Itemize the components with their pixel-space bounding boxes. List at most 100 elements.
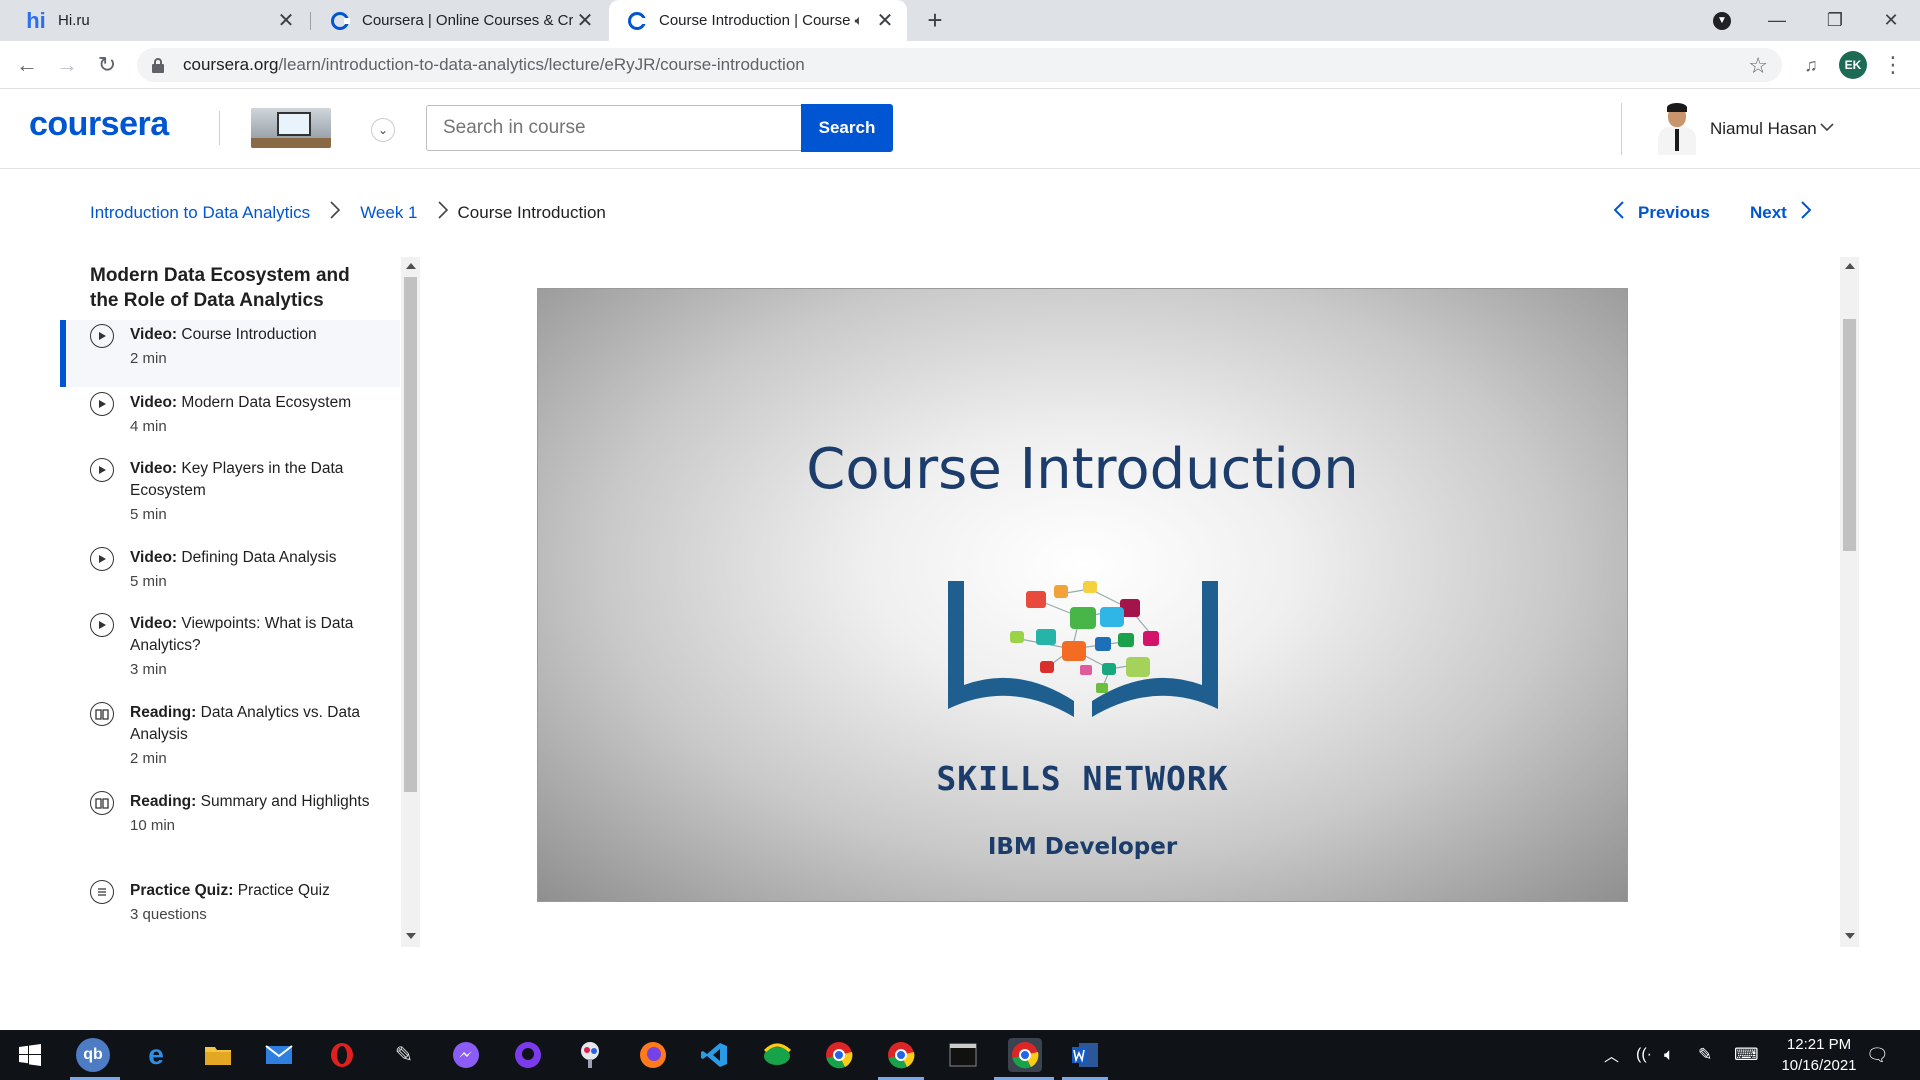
mail-icon[interactable]	[262, 1038, 296, 1072]
close-icon[interactable]: ✕	[873, 9, 897, 33]
close-window-button[interactable]: ✕	[1862, 0, 1920, 41]
messenger-icon[interactable]	[449, 1038, 483, 1072]
play-icon	[90, 547, 114, 571]
url-field[interactable]: coursera.org/learn/introduction-to-data-…	[137, 48, 1782, 82]
system-clock[interactable]: 12:21 PM 10/16/2021	[1764, 1034, 1874, 1076]
close-icon[interactable]: ✕	[274, 9, 298, 33]
new-tab-button[interactable]: +	[922, 7, 948, 34]
edge-icon[interactable]: e	[139, 1038, 173, 1072]
item-duration: 3 questions	[130, 906, 207, 923]
browser-tab-bar: hi Hi.ru ✕ Coursera | Online Courses & C…	[0, 0, 1920, 41]
chrome-ek-icon[interactable]	[1008, 1038, 1042, 1072]
word-icon[interactable]	[1068, 1038, 1102, 1072]
minimize-button[interactable]: —	[1748, 0, 1806, 41]
divider	[219, 111, 220, 145]
pen-icon[interactable]: ✎	[1698, 1030, 1712, 1080]
breadcrumb-current: Course Introduction	[457, 202, 606, 222]
sidebar-item-key-players[interactable]: Video: Key Players in the Data Ecosystem…	[60, 454, 400, 542]
video-player[interactable]: Course Introduction SKILLS NETWORK IBM D…	[537, 288, 1628, 902]
tab-title: Course Introduction | Course	[659, 12, 851, 29]
sidebar-item-viewpoints[interactable]: Video: Viewpoints: What is Data Analytic…	[60, 609, 400, 697]
keyboard-icon[interactable]: ⌨	[1734, 1030, 1759, 1080]
address-bar: ← → ↻ coursera.org/learn/introduction-to…	[0, 41, 1920, 89]
windows-taskbar: qb e ✎ ︿ ((· 🔈︎ ✎ ⌨ 12:21 PM 10/16/2021 …	[0, 1030, 1920, 1080]
breadcrumb-week[interactable]: Week 1	[360, 203, 417, 223]
sidebar-item-analytics-vs-analysis[interactable]: Reading: Data Analytics vs. Data Analysi…	[60, 698, 400, 786]
network-icon[interactable]: ((·	[1636, 1030, 1652, 1080]
firefox-icon[interactable]	[636, 1038, 670, 1072]
page-scrollbar[interactable]	[1840, 257, 1859, 947]
sidebar-scrollbar[interactable]	[401, 257, 420, 947]
item-duration: 5 min	[130, 573, 167, 590]
book-icon	[90, 702, 114, 726]
breadcrumb-course[interactable]: Introduction to Data Analytics	[90, 203, 310, 223]
speaker-icon[interactable]: 🔈︎	[855, 12, 863, 29]
next-button[interactable]: Next	[1750, 201, 1812, 224]
play-icon	[90, 613, 114, 637]
reload-icon[interactable]: ↻	[93, 51, 121, 79]
user-avatar[interactable]	[1654, 103, 1700, 155]
bookmark-star-icon[interactable]: ☆	[1748, 53, 1768, 79]
clock-date: 10/16/2021	[1781, 1057, 1857, 1074]
tab-hi-ru[interactable]: hi Hi.ru ✕	[8, 0, 308, 41]
tab-divider	[310, 12, 311, 30]
back-icon[interactable]: ←	[13, 51, 41, 79]
app-globe-icon[interactable]	[760, 1038, 794, 1072]
more-menu-icon[interactable]: ⋮	[1879, 51, 1907, 79]
terminal-icon[interactable]	[946, 1038, 980, 1072]
opera-icon[interactable]	[325, 1038, 359, 1072]
forward-icon[interactable]: →	[53, 51, 81, 79]
close-icon[interactable]: ✕	[573, 9, 597, 33]
coursera-icon	[330, 11, 350, 31]
volume-icon[interactable]: 🔈︎	[1664, 1030, 1674, 1080]
play-icon	[90, 324, 114, 348]
chrome-icon[interactable]	[822, 1038, 856, 1072]
scrollbar-thumb[interactable]	[404, 277, 417, 792]
tab-course-introduction[interactable]: Course Introduction | Course 🔈︎ ✕	[609, 0, 907, 41]
chevron-down-icon[interactable]: ⌄	[371, 118, 395, 142]
course-thumbnail[interactable]	[251, 108, 331, 148]
coursera-logo[interactable]: coursera	[29, 105, 169, 144]
scroll-up-arrow[interactable]	[406, 263, 416, 269]
scroll-up-arrow[interactable]	[1845, 263, 1855, 269]
item-duration: 2 min	[130, 750, 167, 767]
scroll-down-arrow[interactable]	[1845, 933, 1855, 939]
tray-chevron-up-icon[interactable]: ︿	[1604, 1030, 1619, 1080]
sidebar-item-summary-highlights[interactable]: Reading: Summary and Highlights 10 min	[60, 787, 400, 875]
search-button[interactable]: Search	[801, 104, 893, 152]
user-name[interactable]: Niamul Hasan	[1710, 119, 1817, 139]
scroll-down-arrow[interactable]	[406, 933, 416, 939]
item-title: Course Introduction	[181, 326, 317, 343]
coursera-icon	[627, 11, 647, 31]
sidebar-item-practice-quiz[interactable]: Practice Quiz: Practice Quiz 3 questions	[60, 876, 400, 942]
previous-label: Previous	[1638, 202, 1710, 222]
sidebar-item-modern-data-ecosystem[interactable]: Video: Modern Data Ecosystem 4 min	[60, 388, 400, 454]
app-icon[interactable]	[573, 1038, 607, 1072]
course-sidebar: Modern Data Ecosystem and the Role of Da…	[60, 257, 400, 947]
clock-time: 12:21 PM	[1786, 1036, 1852, 1053]
profile-avatar[interactable]: EK	[1839, 51, 1867, 79]
github-icon[interactable]	[511, 1038, 545, 1072]
qbittorrent-icon[interactable]: qb	[76, 1038, 110, 1072]
search-input[interactable]: Search in course	[426, 105, 802, 151]
scrollbar-thumb[interactable]	[1843, 319, 1856, 551]
quiz-icon	[90, 880, 114, 904]
tab-search-icon[interactable]: ▼	[1692, 0, 1752, 41]
media-control-icon[interactable]: ♫	[1797, 51, 1825, 79]
vscode-icon[interactable]	[697, 1038, 731, 1072]
tool-icon[interactable]: ✎	[387, 1038, 421, 1072]
sidebar-item-defining-data-analysis[interactable]: Video: Defining Data Analysis 5 min	[60, 543, 400, 609]
item-duration: 10 min	[130, 817, 176, 834]
sidebar-item-course-introduction[interactable]: Video: Course Introduction 2 min	[60, 320, 400, 387]
item-title: Defining Data Analysis	[181, 549, 337, 566]
windows-start-icon[interactable]	[13, 1038, 47, 1072]
url-text: coursera.org/learn/introduction-to-data-…	[183, 55, 805, 74]
notification-icon[interactable]: 🗨︎	[1866, 1030, 1889, 1080]
chrome-profile-icon[interactable]	[884, 1038, 918, 1072]
file-explorer-icon[interactable]	[201, 1038, 235, 1072]
previous-button[interactable]: Previous	[1613, 201, 1710, 224]
restore-button[interactable]: ❐	[1806, 0, 1864, 41]
tab-coursera-home[interactable]: Coursera | Online Courses & Crec ✕	[312, 0, 607, 41]
skills-network-wordmark: SKILLS NETWORK	[936, 759, 1229, 798]
chevron-down-icon[interactable]	[1820, 119, 1834, 135]
